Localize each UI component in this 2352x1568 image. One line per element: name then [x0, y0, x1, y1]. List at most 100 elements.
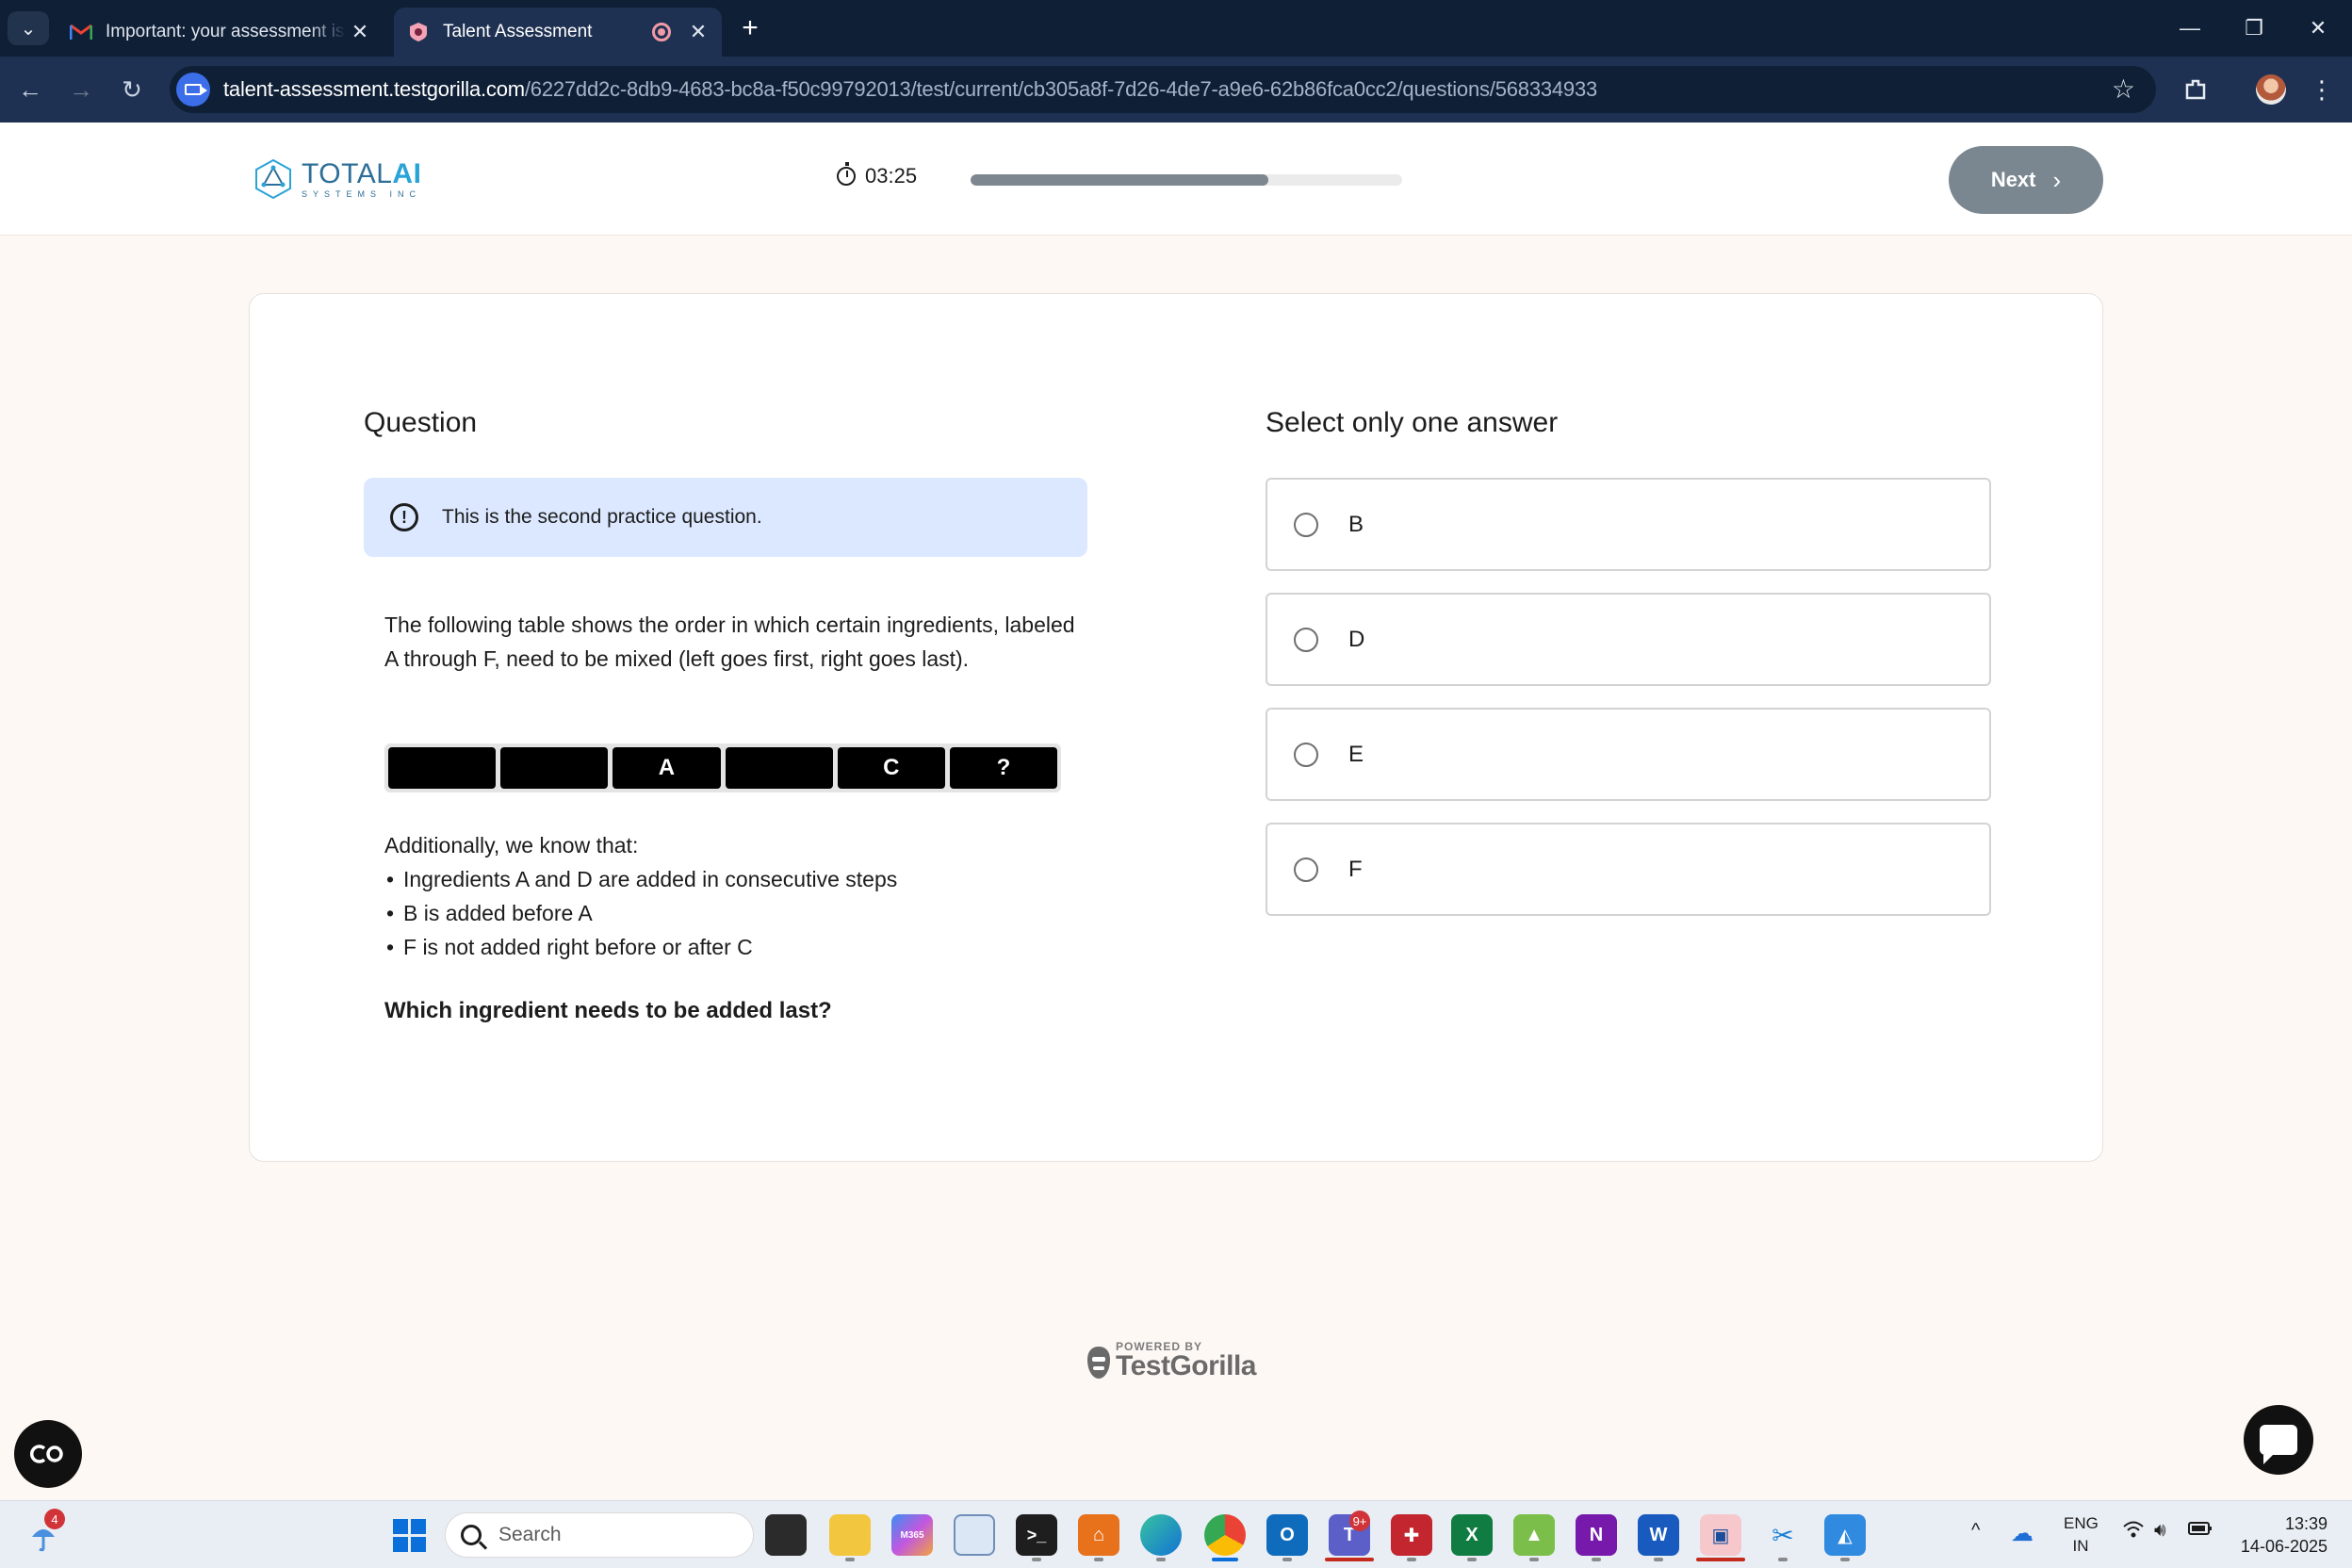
sequence-cell-5: C [837, 747, 945, 789]
gorilla-logo-icon [1087, 1347, 1110, 1379]
edge-icon[interactable] [1140, 1514, 1182, 1556]
running-indicator [845, 1558, 855, 1561]
chevron-right-icon: › [2052, 165, 2062, 194]
show-hidden-icons-chevron-icon[interactable]: ^ [1971, 1520, 1980, 1542]
close-tab-icon[interactable]: ✕ [346, 20, 374, 44]
window-app-icon[interactable] [954, 1514, 995, 1556]
radio-button[interactable] [1294, 742, 1318, 767]
snipping-tool-icon[interactable]: ✂ [1762, 1514, 1804, 1556]
bookmark-star-icon[interactable]: ☆ [2112, 74, 2135, 105]
sequence-cell-2 [500, 747, 609, 789]
word-icon[interactable]: W [1638, 1514, 1679, 1556]
back-button[interactable]: ← [11, 71, 49, 108]
minimize-button[interactable]: — [2162, 8, 2218, 49]
powered-by-testgorilla[interactable]: POWERED BY TestGorilla [1086, 1341, 1256, 1380]
start-button[interactable] [388, 1514, 430, 1556]
outlook-icon[interactable]: O [1266, 1514, 1308, 1556]
language-code: ENG [2064, 1514, 2099, 1532]
taskbar-search[interactable]: Search [445, 1512, 754, 1558]
gmail-icon [70, 21, 92, 43]
chrome-icon[interactable] [1204, 1514, 1246, 1556]
tab-search-button[interactable]: ⌄ [8, 11, 49, 45]
input-language[interactable]: ENG IN [2064, 1512, 2099, 1558]
volume-icon[interactable]: 🔊︎ [2154, 1520, 2166, 1542]
terminal-icon[interactable]: >_ [1016, 1514, 1057, 1556]
address-bar[interactable]: talent-assessment.testgorilla.com/6227dd… [170, 66, 2156, 113]
accessibility-toggle-button[interactable] [14, 1420, 82, 1488]
radio-button[interactable] [1294, 512, 1318, 537]
browser-menu-icon[interactable]: ⋮ [2303, 71, 2341, 108]
search-placeholder: Search [498, 1524, 562, 1545]
running-indicator [1696, 1558, 1745, 1561]
security-app-icon[interactable]: ✚ [1391, 1514, 1432, 1556]
company-logo: TOTALAI SYSTEMS INC [251, 156, 421, 202]
forward-button[interactable]: → [62, 71, 100, 108]
tab-gmail[interactable]: Important: your assessment is w ✕ [58, 8, 384, 57]
profile-avatar[interactable] [2252, 71, 2290, 108]
fact-item: F is not added right before or after C [384, 930, 1082, 964]
browser-tab-bar: ⌄ Important: your assessment is w ✕ Tale… [0, 0, 2352, 57]
next-button[interactable]: Next › [1949, 146, 2103, 214]
question-heading: Question [364, 407, 478, 438]
reload-button[interactable]: ↻ [113, 71, 151, 108]
battery-icon[interactable] [2188, 1520, 2213, 1542]
progress-bar [971, 174, 1402, 186]
running-indicator [1467, 1558, 1477, 1561]
running-indicator [1156, 1558, 1166, 1561]
answer-option-f[interactable]: F [1266, 823, 1991, 916]
region-code: IN [2072, 1537, 2089, 1555]
facts-intro: Additionally, we know that: [384, 833, 639, 858]
progress-fill [971, 174, 1269, 186]
onenote-icon[interactable]: N [1576, 1514, 1617, 1556]
close-window-button[interactable]: ✕ [2290, 8, 2346, 49]
practice-notice: ! This is the second practice question. [364, 478, 1087, 557]
stopwatch-icon [837, 162, 856, 186]
radio-button[interactable] [1294, 627, 1318, 652]
logo-subtext: SYSTEMS INC [302, 188, 422, 199]
additional-facts: Additionally, we know that: Ingredients … [384, 828, 1082, 964]
excel-icon[interactable]: X [1451, 1514, 1493, 1556]
running-indicator [1282, 1558, 1292, 1561]
notification-badge: 4 [44, 1509, 65, 1529]
photos-icon[interactable]: ◭ [1824, 1514, 1866, 1556]
radio-button[interactable] [1294, 857, 1318, 882]
extensions-icon[interactable] [2177, 71, 2214, 108]
answer-option-e[interactable]: E [1266, 708, 1991, 801]
system-clock[interactable]: 13:39 14-06-2025 [2233, 1512, 2328, 1558]
url-path: /6227dd2c-8db9-4683-bc8a-f50c99792013/te… [524, 77, 1598, 101]
logo-text-accent: AI [392, 157, 422, 189]
running-indicator [1407, 1558, 1416, 1561]
answer-label: B [1348, 511, 1364, 537]
chart-app-icon[interactable]: ▲ [1513, 1514, 1555, 1556]
ingredient-order-table: A C ? [384, 743, 1061, 792]
close-tab-icon[interactable]: ✕ [684, 20, 712, 44]
onedrive-icon[interactable]: ☁ [2011, 1520, 2034, 1547]
brand-name: TestGorilla [1116, 1350, 1256, 1381]
restore-button[interactable]: ❐ [2226, 8, 2282, 49]
clock-time: 13:39 [2284, 1514, 2328, 1533]
chat-support-button[interactable] [2244, 1405, 2313, 1475]
active-indicator [1212, 1558, 1238, 1561]
running-indicator [1592, 1558, 1601, 1561]
office-app-icon[interactable]: ⌂ [1078, 1514, 1119, 1556]
wifi-icon[interactable] [2122, 1520, 2145, 1544]
search-icon [461, 1525, 482, 1545]
chat-bubble-icon [2260, 1425, 2297, 1464]
assessment-header: TOTALAI SYSTEMS INC 03:25 Next › [0, 122, 2352, 236]
tab-talent-assessment[interactable]: Talent Assessment ✕ [394, 8, 722, 57]
new-tab-button[interactable]: + [733, 11, 767, 45]
fact-item: B is added before A [384, 896, 1082, 930]
task-view-icon[interactable] [765, 1514, 807, 1556]
sequence-cell-4 [725, 747, 833, 789]
logo-text-primary: TOTAL [302, 157, 393, 189]
file-explorer-icon[interactable] [829, 1514, 871, 1556]
camera-in-use-icon[interactable] [176, 73, 210, 106]
answer-option-b[interactable]: B [1266, 478, 1991, 571]
m365-copilot-icon[interactable]: M365 [891, 1514, 933, 1556]
facts-list: Ingredients A and D are added in consecu… [384, 862, 1082, 964]
answer-option-d[interactable]: D [1266, 593, 1991, 686]
sequence-cell-3: A [612, 747, 721, 789]
url-text[interactable]: talent-assessment.testgorilla.com/6227dd… [223, 77, 1597, 102]
remote-desktop-icon[interactable]: ▣ [1700, 1514, 1741, 1556]
timer-value: 03:25 [865, 164, 918, 188]
